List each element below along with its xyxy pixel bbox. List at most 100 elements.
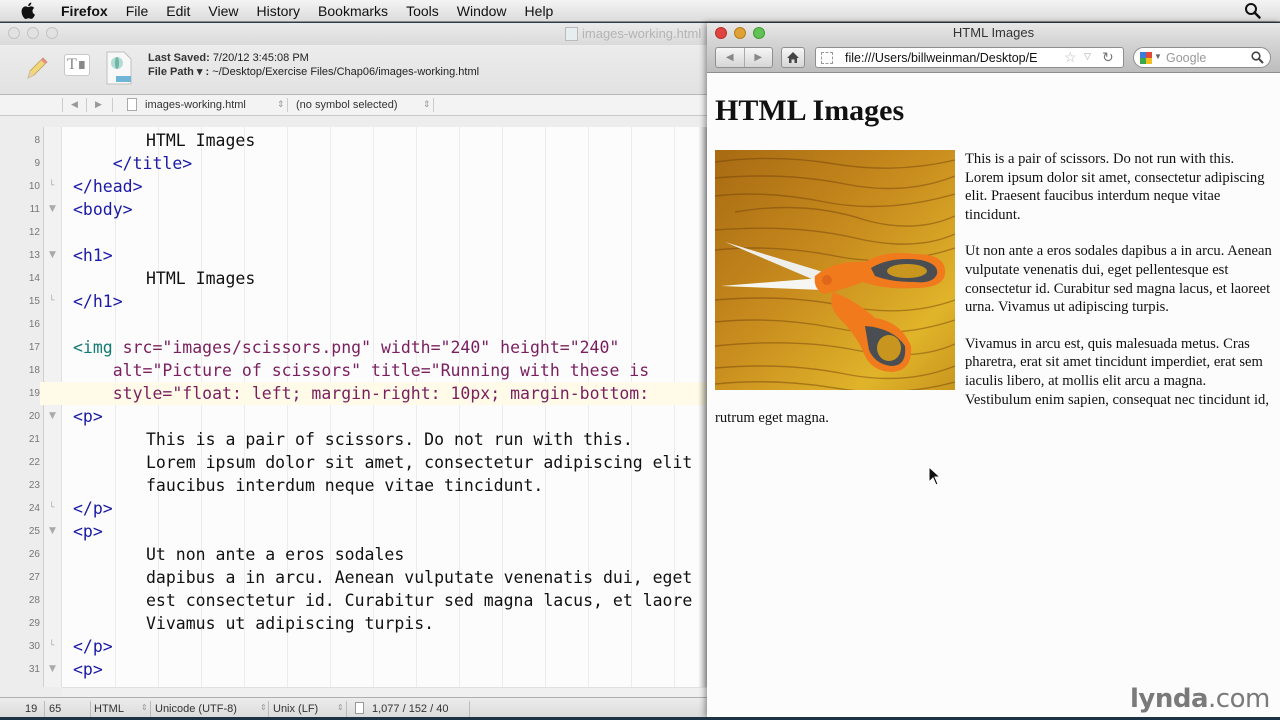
- menu-bookmarks[interactable]: Bookmarks: [309, 0, 397, 22]
- line-number: 15: [28, 296, 40, 307]
- code-line[interactable]: 20 ▼ <p>: [0, 405, 708, 428]
- line-number: 23: [28, 480, 40, 491]
- code-attribute: src="images/scissors.png" width="240" he…: [122, 338, 620, 357]
- minimize-button[interactable]: [27, 27, 39, 39]
- url-input[interactable]: file:///Users/billweinman/Desktop/E: [845, 51, 1059, 65]
- language-selector[interactable]: HTML: [94, 703, 124, 715]
- code-line[interactable]: 13 ▼ <h1>: [0, 244, 708, 267]
- code-line[interactable]: 17 <img src="images/scissors.png" width="…: [0, 336, 708, 359]
- line-endings-chevron-icon[interactable]: ⇕: [337, 703, 344, 712]
- editor-titlebar: images-working.html: [0, 23, 708, 45]
- browser-titlebar: HTML Images: [707, 23, 1280, 43]
- menu-firefox[interactable]: Firefox: [52, 0, 117, 22]
- code-line[interactable]: 10 └ </head>: [0, 175, 708, 198]
- code-line[interactable]: 16: [0, 313, 708, 336]
- menu-window[interactable]: Window: [448, 0, 516, 22]
- fold-toggle-icon[interactable]: ▼: [49, 658, 56, 681]
- code-line[interactable]: 28 est consectetur id. Curabitur sed mag…: [0, 589, 708, 612]
- code-line[interactable]: 30 └ </p>: [0, 635, 708, 658]
- horizontal-scrollbar[interactable]: [62, 687, 708, 697]
- home-button[interactable]: [781, 47, 805, 68]
- code-line[interactable]: 31 ▼ <p>: [0, 658, 708, 681]
- line-number: 24: [28, 503, 40, 514]
- code-attribute: style="float: left; margin-right: 10px; …: [112, 384, 650, 403]
- line-number: 14: [28, 273, 40, 284]
- code-text: <img src="images/scissors.png" width="24…: [73, 336, 619, 359]
- line-number: 27: [28, 572, 40, 583]
- file-selector[interactable]: images-working.html: [145, 99, 246, 111]
- spotlight-search-icon[interactable]: [1244, 2, 1262, 20]
- pencil-icon[interactable]: [24, 55, 50, 86]
- search-icon[interactable]: [1251, 51, 1264, 64]
- fold-toggle-icon[interactable]: ▼: [49, 520, 56, 543]
- encoding-selector[interactable]: Unicode (UTF-8): [155, 703, 237, 715]
- html-file-icon[interactable]: [104, 50, 134, 91]
- code-line[interactable]: 21 This is a pair of scissors. Do not ru…: [0, 428, 708, 451]
- text-options-icon[interactable]: T∎: [64, 54, 90, 76]
- code-line[interactable]: 15 └ </h1>: [0, 290, 708, 313]
- code-line[interactable]: 19 style="float: left; margin-right: 10p…: [0, 382, 708, 405]
- menu-history[interactable]: History: [247, 0, 309, 22]
- zoom-button[interactable]: [46, 27, 58, 39]
- language-chevron-icon[interactable]: ⇕: [141, 703, 148, 712]
- fold-toggle-icon[interactable]: ▼: [49, 244, 56, 267]
- file-path-menu[interactable]: File Path ▾ :: [148, 66, 209, 78]
- code-line[interactable]: 9 </title>: [0, 152, 708, 175]
- file-selector-chevron-icon[interactable]: ⇕: [277, 99, 285, 110]
- back-button[interactable]: ◀: [716, 48, 745, 67]
- cursor-column: 65: [49, 703, 62, 715]
- back-arrow-icon[interactable]: ◀: [71, 99, 78, 110]
- forward-button[interactable]: ▶: [745, 48, 773, 67]
- google-engine-icon[interactable]: [1140, 52, 1152, 64]
- search-engine-dropdown-icon[interactable]: ▼: [1154, 52, 1162, 61]
- menu-help[interactable]: Help: [516, 0, 563, 22]
- code-editor[interactable]: 8 HTML Images 9 </title> 10 └ </head> 11 ▼ <bod…: [0, 127, 708, 687]
- symbol-selector-chevron-icon[interactable]: ⇕: [423, 99, 431, 110]
- home-icon: [787, 52, 799, 63]
- menu-edit[interactable]: Edit: [157, 0, 199, 22]
- divider: [268, 701, 269, 717]
- fold-toggle-icon[interactable]: ▼: [49, 198, 56, 221]
- code-line[interactable]: 8 HTML Images: [0, 129, 708, 152]
- symbol-selector[interactable]: (no symbol selected): [296, 99, 398, 111]
- code-text: </h1>: [73, 290, 123, 313]
- search-bar[interactable]: ▼ Google: [1133, 47, 1271, 68]
- close-button[interactable]: [715, 27, 727, 39]
- code-line[interactable]: 23 faucibus interdum neque vitae tincidu…: [0, 474, 708, 497]
- menu-tools[interactable]: Tools: [397, 0, 448, 22]
- code-tag: </h1>: [73, 292, 123, 311]
- code-line[interactable]: 12: [0, 221, 708, 244]
- code-tag: <img: [73, 338, 123, 357]
- url-history-dropdown-icon[interactable]: ▽: [1084, 51, 1091, 62]
- line-endings-selector[interactable]: Unix (LF): [273, 703, 318, 715]
- html-document-icon: [565, 26, 578, 41]
- search-input[interactable]: Google: [1166, 51, 1206, 65]
- fold-toggle-icon[interactable]: ▼: [49, 405, 56, 428]
- code-line[interactable]: 29 Vivamus ut adipiscing turpis.: [0, 612, 708, 635]
- code-line[interactable]: 11 ▼ <body>: [0, 198, 708, 221]
- forward-arrow-icon[interactable]: ▶: [95, 99, 102, 110]
- url-bar[interactable]: file:///Users/billweinman/Desktop/E ☆ ▽ …: [815, 47, 1124, 68]
- line-number: 31: [28, 664, 40, 675]
- fold-end-icon: └: [49, 296, 55, 306]
- close-button[interactable]: [8, 27, 20, 39]
- code-line[interactable]: 27 dapibus a in arcu. Aenean vulputate v…: [0, 566, 708, 589]
- code-line[interactable]: 24 └ </p>: [0, 497, 708, 520]
- code-text: est consectetur id. Curabitur sed magna …: [73, 589, 692, 612]
- code-text: This is a pair of scissors. Do not run w…: [73, 428, 633, 451]
- apple-menu-icon[interactable]: [18, 2, 38, 20]
- minimize-button[interactable]: [734, 27, 746, 39]
- menu-view[interactable]: View: [199, 0, 247, 22]
- code-line[interactable]: 22 Lorem ipsum dolor sit amet, consectet…: [0, 451, 708, 474]
- code-line[interactable]: 26 Ut non ante a eros sodales: [0, 543, 708, 566]
- line-number: 9: [34, 158, 40, 169]
- zoom-button[interactable]: [753, 27, 765, 39]
- code-line[interactable]: 18 alt="Picture of scissors" title="Runn…: [0, 359, 708, 382]
- menu-file[interactable]: File: [117, 0, 158, 22]
- reload-icon[interactable]: ↻: [1102, 49, 1114, 66]
- code-line[interactable]: 25 ▼ <p>: [0, 520, 708, 543]
- bookmark-star-icon[interactable]: ☆: [1064, 49, 1077, 66]
- site-identity-icon[interactable]: [821, 52, 833, 64]
- encoding-chevron-icon[interactable]: ⇕: [260, 703, 267, 712]
- code-line[interactable]: 14 HTML Images: [0, 267, 708, 290]
